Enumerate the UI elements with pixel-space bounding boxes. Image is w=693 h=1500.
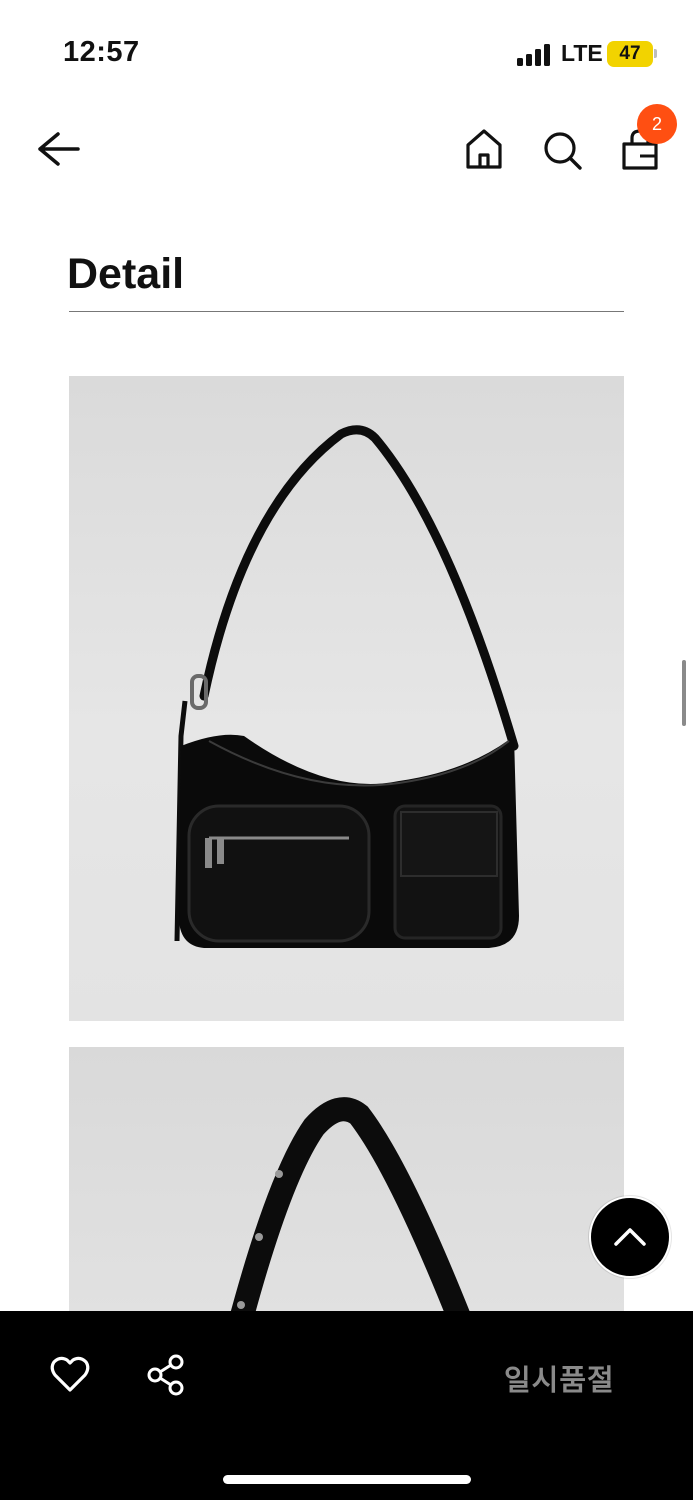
battery-icon: 47 [607,41,653,67]
back-arrow-icon [38,132,80,166]
scrollbar[interactable] [682,660,686,726]
share-icon [147,1354,184,1396]
search-icon [544,132,582,170]
back-button[interactable] [30,128,86,170]
home-icon [466,129,502,169]
network-type: LTE [561,40,603,66]
product-image-front [69,376,624,1021]
home-button[interactable] [458,124,510,176]
chevron-up-icon [614,1228,646,1246]
search-button[interactable] [536,124,588,176]
sold-out-label: 일시품절 [504,1363,615,1397]
wishlist-button[interactable] [48,1353,92,1397]
home-indicator [223,1475,471,1484]
top-navigation [0,100,693,200]
battery-cap [654,49,657,58]
signal-strength-icon [517,44,553,66]
status-bar: 12:57 LTE 47 [0,0,693,100]
cart-count-badge: 2 [637,104,677,144]
scroll-to-top-button[interactable] [589,1196,671,1278]
section-title: Detail [67,250,185,298]
section-divider [69,311,624,312]
battery-level: 47 [619,43,641,64]
share-button[interactable] [145,1353,187,1397]
heart-icon [50,1356,90,1392]
bottom-action-bar: 일시품절 [0,1311,693,1500]
product-image-strap [69,1047,624,1347]
status-time: 12:57 [63,36,140,68]
